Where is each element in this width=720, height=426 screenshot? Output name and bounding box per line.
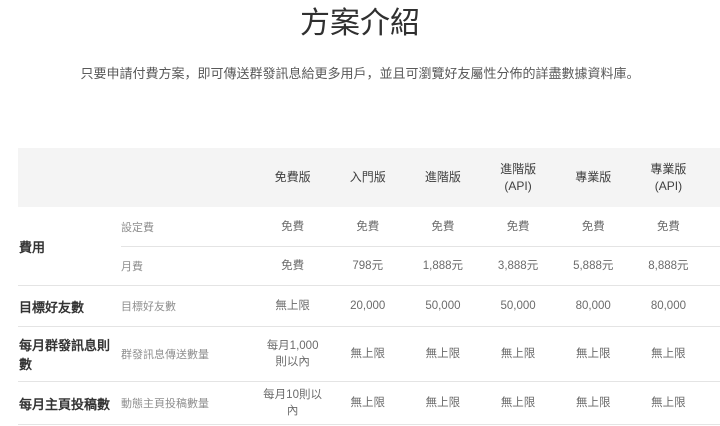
row-label-monthly-fee: 月費: [121, 261, 143, 273]
value-cell: 1,888元: [422, 260, 464, 272]
value-cell: 免費: [281, 220, 305, 233]
value-cell: 無上限: [575, 397, 611, 409]
value-cell: 50,000: [500, 300, 536, 312]
table-group-target-friends: 目標好友數 目標好友數 無上限 20,000 50,000 50,000 80,…: [18, 286, 720, 327]
value-cell: 每月10則以 內: [263, 389, 322, 417]
row-category-target-friends: 目標好友數: [19, 299, 85, 315]
value-cell: 無上限: [350, 348, 385, 360]
fee-subrows: 設定費 免費 免費 免費 免費 免費 免費 月費 免費 798元 1,888元 …: [121, 207, 720, 285]
value-cell: 無上限: [500, 397, 536, 409]
value-cell: 80,000: [650, 300, 686, 312]
row-label-target-friends: 目標好友數: [121, 301, 176, 313]
value-cell: 無上限: [425, 348, 461, 360]
value-cell: 免費: [356, 220, 380, 233]
value-cell: 無上限: [651, 397, 686, 409]
row-category-broadcast-messages: 每月群發訊息則數: [19, 338, 111, 372]
value-cell: 免費: [656, 220, 680, 233]
table-row-setup-fee: 設定費 免費 免費 免費 免費 免費 免費: [121, 207, 720, 246]
plan-header-row: 免費版 入門版 進階版 進階版 (API) 專業版 專業版 (API): [18, 148, 720, 207]
table-row-home-posts: 動態主頁投稿數量 每月10則以 內 無上限 無上限 無上限 無上限 無上限: [121, 382, 720, 424]
pricing-table: 免費版 入門版 進階版 進階版 (API) 專業版 專業版 (API) 費用 設…: [18, 148, 720, 425]
table-row-monthly-fee: 月費 免費 798元 1,888元 3,888元 5,888元 8,888元: [121, 246, 720, 285]
value-cell: 無上限: [500, 348, 536, 360]
plan-header-free: 免費版: [274, 170, 311, 184]
value-cell: 無上限: [651, 348, 686, 360]
row-category-home-posts: 每月主頁投稿數: [19, 396, 111, 412]
value-cell: 免費: [506, 220, 530, 233]
plan-header-pro: 專業版: [575, 170, 612, 184]
table-group-fee: 費用 設定費 免費 免費 免費 免費 免費 免費 月費 免費 798元 1,88…: [18, 207, 720, 286]
value-cell: 免費: [431, 220, 455, 233]
value-cell: 3,888元: [497, 260, 539, 272]
plan-header-entry: 入門版: [349, 170, 386, 184]
home-posts-subrows: 動態主頁投稿數量 每月10則以 內 無上限 無上限 無上限 無上限 無上限: [121, 382, 720, 424]
plan-header-pro-api: 專業版 (API): [650, 161, 687, 193]
value-cell: 5,888元: [573, 260, 614, 272]
plan-header-advanced: 進階版: [424, 170, 461, 184]
value-cell: 每月1,000 則以內: [266, 340, 319, 368]
value-cell: 免費: [281, 260, 305, 272]
target-friends-subrows: 目標好友數 無上限 20,000 50,000 50,000 80,000 80…: [121, 286, 720, 326]
value-cell: 無上限: [350, 397, 385, 409]
row-label-home-posts: 動態主頁投稿數量: [121, 398, 209, 410]
value-cell: 無上限: [275, 300, 310, 312]
value-cell: 798元: [352, 260, 384, 272]
value-cell: 50,000: [425, 300, 461, 312]
value-cell: 80,000: [575, 300, 611, 312]
broadcast-subrows: 群發訊息傳送數量 每月1,000 則以內 無上限 無上限 無上限 無上限 無上限: [121, 327, 720, 381]
value-cell: 20,000: [350, 300, 386, 312]
table-row-broadcast-messages: 群發訊息傳送數量 每月1,000 則以內 無上限 無上限 無上限 無上限 無上限: [121, 327, 720, 381]
page-title: 方案介紹: [300, 7, 420, 40]
row-category-fee: 費用: [19, 239, 46, 255]
page-subtitle: 只要申請付費方案，即可傳送群發訊息給更多用戶，並且可瀏覽好友屬性分佈的詳盡數據資…: [80, 66, 640, 81]
row-label-setup-fee: 設定費: [121, 221, 154, 234]
value-cell: 無上限: [575, 348, 611, 360]
table-row-target-friends: 目標好友數 無上限 20,000 50,000 50,000 80,000 80…: [121, 286, 720, 326]
value-cell: 8,888元: [648, 260, 689, 272]
table-group-broadcast-messages: 每月群發訊息則數 群發訊息傳送數量 每月1,000 則以內 無上限 無上限 無上…: [18, 327, 720, 382]
table-group-home-posts: 每月主頁投稿數 動態主頁投稿數量 每月10則以 內 無上限 無上限 無上限 無上…: [18, 382, 720, 425]
plan-header-advanced-api: 進階版 (API): [500, 161, 537, 193]
value-cell: 免費: [581, 220, 605, 233]
row-label-broadcast-messages: 群發訊息傳送數量: [121, 349, 209, 361]
value-cell: 無上限: [425, 397, 461, 409]
